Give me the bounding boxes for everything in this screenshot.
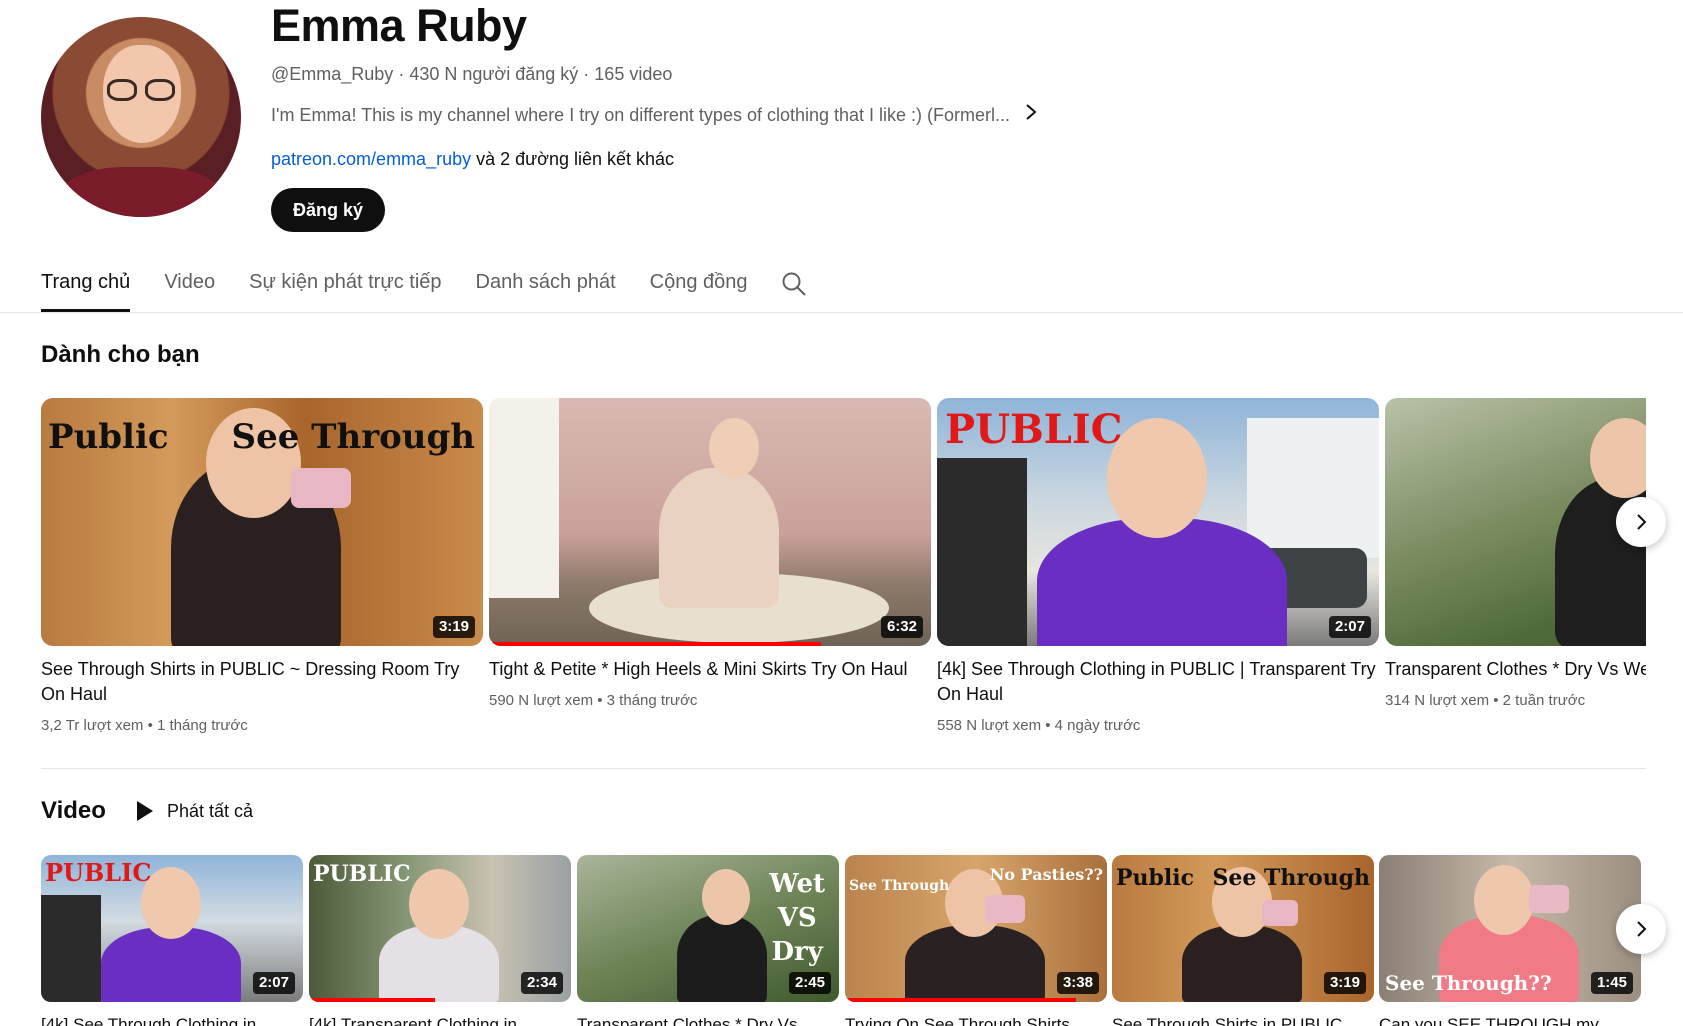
play-all-label: Phát tất cả [167,800,254,821]
video-card[interactable]: 6:32 Tight & Petite * High Heels & Mini … [489,398,931,711]
patreon-link[interactable]: patreon.com/emma_ruby [271,149,471,169]
thumbnail-overlay-text: No Pasties?? [989,865,1103,884]
tab-live[interactable]: Sự kiện phát trực tiếp [249,264,441,312]
for-you-shelf: Public See Through 3:19 See Through Shir… [41,398,1646,758]
video-title[interactable]: Can you SEE THROUGH my [1379,1012,1641,1026]
video-thumbnail[interactable]: See Through No Pasties?? 3:38 [845,855,1107,1002]
shelf-next-button[interactable] [1616,497,1666,547]
video-thumbnail[interactable]: PUBLIC 2:07 [41,855,303,1002]
watch-progress [845,998,1076,1002]
tab-community[interactable]: Cộng đồng [650,264,748,312]
upload-age: 2 tuần trước [1502,692,1586,709]
upload-age: 3 tháng trước [606,692,698,709]
search-icon[interactable] [780,270,808,298]
view-count: 3,2 Tr lượt xem [41,717,144,734]
thumbnail-overlay-text: Public [1116,865,1195,891]
channel-meta: @Emma_Ruby · 430 N người đăng ký · 165 v… [271,64,673,84]
video-duration: 2:07 [252,972,295,994]
upload-age: 1 tháng trước [157,717,248,734]
watch-progress [309,998,435,1002]
tab-playlists[interactable]: Danh sách phát [476,264,616,312]
video-duration: 3:38 [1056,972,1099,994]
view-count: 590 N lượt xem [489,692,594,709]
video-meta: 3,2 Tr lượt xem • 1 tháng trước [41,717,248,734]
thumbnail-overlay-text: PUBLIC [313,861,411,887]
channel-avatar[interactable] [41,17,241,217]
video-title[interactable]: [4k] See Through Clothing in PUBLIC | Tr… [937,657,1379,707]
video-count: 165 video [594,64,673,84]
chevron-right-icon [1637,514,1647,530]
video-meta: 314 N lượt xem • 2 tuần trước [1385,692,1586,709]
video-card[interactable]: PUBLIC 2:07 [4k] See Through Clothing in [41,855,303,1026]
section-divider [41,768,1646,769]
thumbnail-overlay-text: See Through?? [1385,971,1552,995]
watch-progress [489,642,821,646]
video-duration: 6:32 [880,616,923,638]
thumbnail-overlay-text: See Through [231,417,475,457]
video-card[interactable]: Wet VS Dry 2:45 Transparent Clothes * Dr… [577,855,839,1026]
video-title[interactable]: [4k] See Through Clothing in [41,1012,303,1026]
video-card[interactable]: Public See Through 3:19 See Through Shir… [41,398,483,736]
description-text: I'm Emma! This is my channel where I try… [271,104,1011,125]
video-card[interactable]: See Through No Pasties?? 3:38 Trying On … [845,855,1107,1026]
video-title[interactable]: See Through Shirts in PUBLIC [1112,1012,1374,1026]
channel-name: Emma Ruby [271,0,527,51]
video-thumbnail[interactable]: PUBLIC 2:34 [309,855,571,1002]
more-links[interactable]: và 2 đường liên kết khác [471,149,674,169]
thumbnail-overlay-text: See Through [849,878,950,894]
video-thumbnail[interactable]: PUBLIC 2:07 [937,398,1379,646]
video-card[interactable]: Public See Through 3:19 See Through Shir… [1112,855,1374,1026]
thumbnail-overlay-text: See Through [1212,865,1370,891]
thumbnail-overlay-text: Public [48,417,169,457]
section-title-videos: Video [41,797,106,824]
shelf-next-button[interactable] [1616,904,1666,954]
tab-videos[interactable]: Video [164,264,215,312]
video-title[interactable]: See Through Shirts in PUBLIC ~ Dressing … [41,657,483,707]
channel-handle: @Emma_Ruby [271,64,394,84]
video-duration: 3:19 [432,616,475,638]
video-title[interactable]: Tight & Petite * High Heels & Mini Skirt… [489,657,931,682]
view-count: 314 N lượt xem [1385,692,1490,709]
thumbnail-overlay-text: Wet VS Dry [769,869,825,967]
tab-home[interactable]: Trang chủ [41,264,131,312]
video-thumbnail[interactable]: Public See Through 3:19 [1112,855,1374,1002]
video-card[interactable]: Transparent Clothes * Dry Vs Wet NO BRA … [1385,398,1646,711]
upload-age: 4 ngày trước [1054,717,1141,734]
thumbnail-overlay-text: PUBLIC [45,858,152,887]
video-duration: 2:45 [788,972,831,994]
play-all-button[interactable]: Phát tất cả [133,796,253,826]
channel-description[interactable]: I'm Emma! This is my channel where I try… [271,103,1038,126]
play-icon [137,801,153,821]
video-thumbnail[interactable]: See Through?? 1:45 [1379,855,1641,1002]
video-duration: 2:07 [1328,616,1371,638]
video-meta: 558 N lượt xem • 4 ngày trước [937,717,1141,734]
video-title[interactable]: Trying On See Through Shirts [845,1012,1107,1026]
video-thumbnail[interactable]: Wet VS Dry 2:45 [577,855,839,1002]
channel-links: patreon.com/emma_ruby và 2 đường liên kế… [271,148,674,170]
video-meta: 590 N lượt xem • 3 tháng trước [489,692,698,709]
video-thumbnail[interactable] [1385,398,1646,646]
subscriber-count: 430 N người đăng ký [409,64,579,84]
video-title[interactable]: [4k] Transparent Clothing in [309,1012,571,1026]
section-title-for-you: Dành cho bạn [41,341,200,368]
video-title[interactable]: Transparent Clothes * Dry Vs Wet NO BRA [1385,657,1646,682]
chevron-right-icon[interactable] [1024,103,1038,126]
thumbnail-overlay-text: PUBLIC [945,406,1123,453]
video-duration: 2:34 [520,972,563,994]
video-duration: 1:45 [1590,972,1633,994]
video-thumbnail[interactable]: 6:32 [489,398,931,646]
videos-shelf: PUBLIC 2:07 [4k] See Through Clothing in… [41,855,1646,1026]
video-card[interactable]: See Through?? 1:45 Can you SEE THROUGH m… [1379,855,1641,1026]
chevron-right-icon [1637,921,1647,937]
view-count: 558 N lượt xem [937,717,1042,734]
subscribe-button[interactable]: Đăng ký [271,188,386,232]
channel-tabs: Trang chủ Video Sự kiện phát trực tiếp D… [41,264,782,312]
tabs-divider [0,312,1683,313]
video-title[interactable]: Transparent Clothes * Dry Vs [577,1012,839,1026]
video-card[interactable]: PUBLIC 2:34 [4k] Transparent Clothing in [309,855,571,1026]
video-card[interactable]: PUBLIC 2:07 [4k] See Through Clothing in… [937,398,1379,736]
video-duration: 3:19 [1323,972,1366,994]
video-thumbnail[interactable]: Public See Through 3:19 [41,398,483,646]
